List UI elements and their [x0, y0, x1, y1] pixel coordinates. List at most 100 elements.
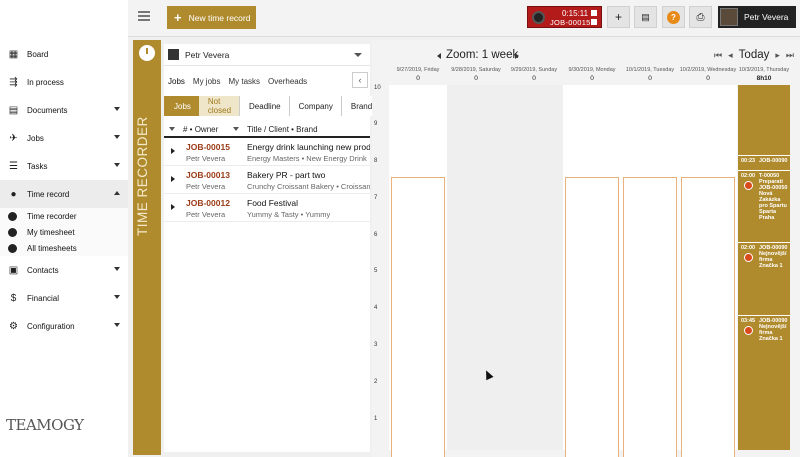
sidebar-item-time-record[interactable]: ● Time record: [0, 180, 128, 208]
day-total: 0: [706, 75, 710, 82]
sidebar-item-in-process[interactable]: ⇶ In process: [0, 68, 128, 96]
column-title[interactable]: Title / Client • Brand: [247, 125, 318, 134]
add-button[interactable]: +: [607, 6, 630, 28]
time-entry[interactable]: 02:00 JOB-00090 Nejnovější firma Značka …: [738, 242, 790, 315]
timer-job: JOB-00015: [550, 18, 591, 27]
new-time-record-button[interactable]: + New time record: [167, 6, 256, 29]
owner-select[interactable]: Petr Vevera: [164, 44, 370, 66]
contacts-icon: ▣: [8, 264, 19, 276]
collapse-panel-button[interactable]: ‹: [352, 72, 368, 88]
sidebar-subitem-my-timesheet[interactable]: My timesheet: [0, 224, 128, 240]
running-timer[interactable]: 0:15:11 JOB-00015: [527, 6, 602, 28]
today-button[interactable]: Today: [739, 49, 770, 61]
first-page-icon[interactable]: ⏮: [714, 50, 722, 61]
time-entry[interactable]: 00:23 JOB-00090: [738, 155, 790, 170]
menu-icon[interactable]: [138, 11, 150, 21]
sidebar-item-board[interactable]: ▦ Board: [0, 40, 128, 68]
sort-icon[interactable]: [169, 127, 175, 131]
stop-icon[interactable]: [591, 19, 597, 25]
tab-jobs[interactable]: Jobs: [164, 73, 189, 90]
zoom-in-icon[interactable]: [515, 53, 519, 59]
expand-icon[interactable]: [171, 176, 175, 182]
day-label: 9/29/2019, Sunday: [510, 67, 558, 73]
day-body[interactable]: [563, 85, 621, 457]
work-block[interactable]: [565, 177, 619, 457]
user-menu[interactable]: Petr Vevera: [718, 6, 796, 28]
day-body[interactable]: [447, 85, 505, 450]
help-button[interactable]: ?: [662, 6, 685, 28]
day-column[interactable]: 9/30/2019, Monday 0: [563, 67, 621, 457]
job-code: JOB-00013: [186, 170, 230, 180]
day-body[interactable]: [505, 85, 563, 450]
sidebar-item-documents[interactable]: ▤ Documents: [0, 96, 128, 124]
job-code: JOB-00012: [186, 198, 230, 208]
tab-my-jobs[interactable]: My jobs: [189, 73, 225, 90]
day-column[interactable]: 10/2/2019, Wednesday 0: [679, 67, 737, 457]
day-label: 10/1/2019, Tuesday: [625, 67, 675, 73]
day-column[interactable]: 10/1/2019, Tuesday 0: [621, 67, 679, 457]
tab-my-tasks[interactable]: My tasks: [224, 73, 264, 90]
chevron-down-icon: [114, 323, 120, 327]
clock-icon: [744, 326, 753, 335]
filter-deadline[interactable]: Deadline: [239, 96, 289, 116]
zoom-out-icon[interactable]: [437, 53, 441, 59]
filter-company[interactable]: Company: [288, 96, 341, 116]
day-column[interactable]: 9/27/2019, Friday 0: [389, 67, 447, 457]
day-body[interactable]: [679, 85, 737, 457]
rocket-icon: ✈: [9, 132, 18, 144]
sidebar-item-configuration[interactable]: ⚙ Configuration: [0, 312, 128, 340]
entry-text: T-00050 Preparati JOB-00050 Nová Zakázka…: [759, 173, 788, 221]
job-title: Food Festival: [247, 198, 299, 208]
work-block[interactable]: [391, 177, 445, 457]
sidebar-item-jobs[interactable]: ✈ Jobs: [0, 124, 128, 152]
day-body[interactable]: 00:23 JOB-00090 02:00 T-00050 Preparati …: [738, 85, 790, 450]
filter-jobs[interactable]: Jobs: [164, 96, 199, 116]
expand-icon[interactable]: [171, 148, 175, 154]
next-icon[interactable]: ▸: [775, 50, 780, 61]
column-owner[interactable]: # • Owner: [183, 125, 233, 134]
tasks-icon: ☰: [9, 160, 18, 172]
pause-icon[interactable]: [591, 10, 597, 16]
sidebar-item-label: Documents: [27, 105, 68, 115]
sidebar-item-tasks[interactable]: ☰ Tasks: [0, 152, 128, 180]
logo: TEAMOGY: [6, 416, 84, 434]
job-owner: Petr Vevera: [186, 210, 226, 219]
notes-button[interactable]: ▤: [634, 6, 657, 28]
print-button[interactable]: ⎙: [689, 6, 712, 28]
work-block[interactable]: [681, 177, 735, 457]
sidebar-item-financial[interactable]: $ Financial: [0, 284, 128, 312]
jobs-panel: Petr Vevera Jobs My jobs My tasks Overhe…: [164, 44, 381, 452]
day-column[interactable]: 9/28/2019, Saturday 0: [447, 67, 505, 457]
sort-icon[interactable]: [233, 127, 239, 131]
sidebar-subitem-time-recorder[interactable]: Time recorder: [0, 208, 128, 224]
filter-not-closed[interactable]: Not closed: [198, 96, 240, 116]
sidebar-item-contacts[interactable]: ▣ Contacts: [0, 256, 128, 284]
day-body[interactable]: [621, 85, 679, 457]
sidebar-item-label: Jobs: [27, 133, 44, 143]
expand-icon[interactable]: [171, 204, 175, 210]
clock-icon: [8, 227, 17, 237]
table-row[interactable]: JOB-00012 Petr Vevera Food Festival Yumm…: [164, 194, 370, 222]
day-column-today[interactable]: 10/3/2019, Thursday 8h10 00:23 JOB-00090…: [738, 67, 790, 457]
day-label: 10/3/2019, Thursday: [738, 67, 790, 73]
day-total: 0: [474, 75, 478, 82]
day-column[interactable]: 9/29/2019, Sunday 0: [505, 67, 563, 457]
last-page-icon[interactable]: ⏭: [786, 50, 794, 61]
time-entry[interactable]: 02:00 T-00050 Preparati JOB-00050 Nová Z…: [738, 170, 790, 242]
prev-icon[interactable]: ◂: [728, 50, 733, 61]
sidebar-subitem-all-timesheets[interactable]: All timesheets: [0, 240, 128, 256]
table-row[interactable]: JOB-00015 Petr Vevera Energy drink launc…: [164, 138, 370, 166]
job-title: Bakery PR - part two: [247, 170, 326, 180]
table-row[interactable]: JOB-00013 Petr Vevera Bakery PR - part t…: [164, 166, 370, 194]
timer-time: 0:15:11: [562, 9, 589, 18]
time-entry[interactable]: 03:45 JOB-00090 Nejnovější firma Značka …: [738, 315, 790, 450]
sidebar-item-label: Board: [27, 49, 49, 59]
y-tick: 3: [374, 342, 378, 348]
y-tick: 1: [374, 416, 378, 422]
work-block[interactable]: [623, 177, 677, 457]
day-body[interactable]: [389, 85, 447, 457]
owner-name: Petr Vevera: [185, 49, 230, 60]
chevron-down-icon: [114, 135, 120, 139]
tab-overheads[interactable]: Overheads: [264, 73, 311, 90]
document-icon: ▤: [8, 104, 19, 116]
